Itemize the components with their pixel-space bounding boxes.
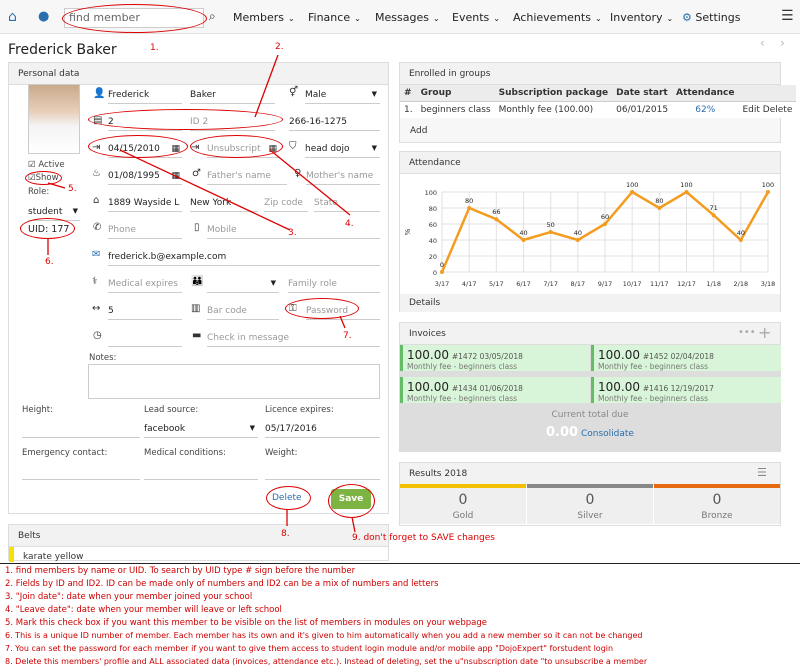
footnote: 5. Mark this check box if you want this … (5, 618, 487, 628)
footnote: 6. This is a unique ID number of member.… (5, 631, 643, 640)
annotation-mark-5: 5. (68, 184, 77, 194)
annotation-ellipse-9 (328, 484, 375, 518)
divider (0, 563, 800, 564)
footnote: 1. find members by name or UID. To searc… (5, 566, 356, 576)
annotation-ellipse-3 (88, 135, 188, 158)
annotation-ellipse-7 (285, 298, 359, 319)
annotation-ellipse-8 (266, 486, 311, 510)
annotation-ellipse-5 (25, 171, 62, 185)
annotation-mark-8: 8. (281, 529, 290, 539)
footnote: 3. "Join date": date when your member jo… (5, 592, 253, 602)
footnote: 4. "Leave date": date when your member w… (5, 605, 282, 615)
annotation-ellipse-4 (190, 135, 283, 158)
annotation-arrows (47, 54, 356, 533)
annotation-ellipse-2 (88, 109, 283, 130)
footnote: 7. You can set the password for each mem… (5, 644, 614, 653)
save-note: 9. don't forget to SAVE changes (352, 533, 495, 543)
footnote: 8. Delete this members' profile and ALL … (5, 657, 648, 666)
annotation-mark-6: 6. (45, 257, 54, 267)
annotation-mark-4: 4. (345, 219, 354, 229)
annotation-mark-3: 3. (288, 228, 297, 238)
annotation-mark-2: 2. (275, 42, 284, 52)
annotation-mark-7: 7. (343, 331, 352, 341)
annotation-ellipse-6 (20, 218, 75, 239)
footnote: 2. Fields by ID and ID2. ID can be made … (5, 579, 439, 589)
